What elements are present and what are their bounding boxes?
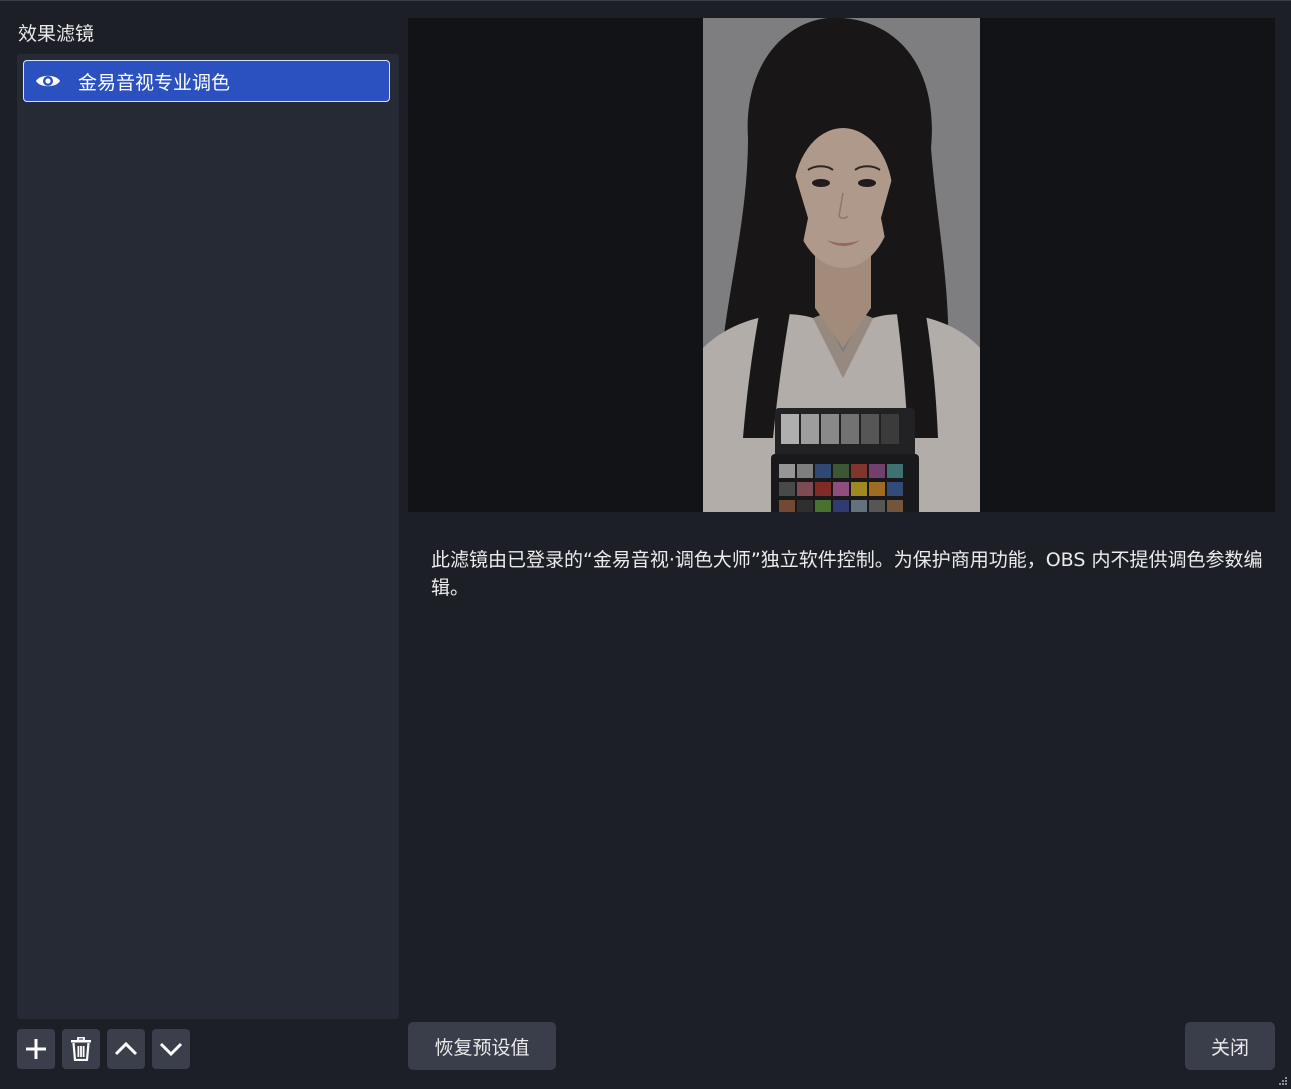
eye-icon[interactable]	[35, 68, 61, 94]
filter-list[interactable]: 金易音视专业调色	[17, 54, 399, 1019]
filter-description: 此滤镜由已登录的“金易音视·调色大师”独立软件控制。为保护商用功能，OBS 内不…	[431, 549, 1263, 599]
filter-toolbar	[17, 1029, 190, 1069]
chevron-up-icon	[114, 1041, 138, 1056]
plus-icon	[26, 1039, 46, 1059]
close-button[interactable]: 关闭	[1185, 1022, 1275, 1070]
source-preview	[408, 18, 1275, 512]
filter-item-label: 金易音视专业调色	[78, 71, 231, 94]
trash-icon	[71, 1037, 91, 1061]
filter-list-item[interactable]: 金易音视专业调色	[23, 60, 390, 102]
preview-image	[703, 18, 980, 512]
move-filter-down-button[interactable]	[152, 1029, 190, 1069]
reset-defaults-button[interactable]: 恢复预设值	[408, 1022, 556, 1070]
chevron-down-icon	[159, 1042, 183, 1057]
move-filter-up-button[interactable]	[107, 1029, 145, 1069]
add-filter-button[interactable]	[17, 1029, 55, 1069]
filters-panel-title: 效果滤镜	[18, 23, 95, 45]
resize-grip-icon[interactable]	[1278, 1076, 1288, 1086]
remove-filter-button[interactable]	[62, 1029, 100, 1069]
top-border	[0, 0, 1291, 1]
filters-dialog: 效果滤镜 金易音视专业调色 此滤镜由已登录的“金易音视·调色大师”独立软件控制。…	[0, 0, 1291, 1089]
